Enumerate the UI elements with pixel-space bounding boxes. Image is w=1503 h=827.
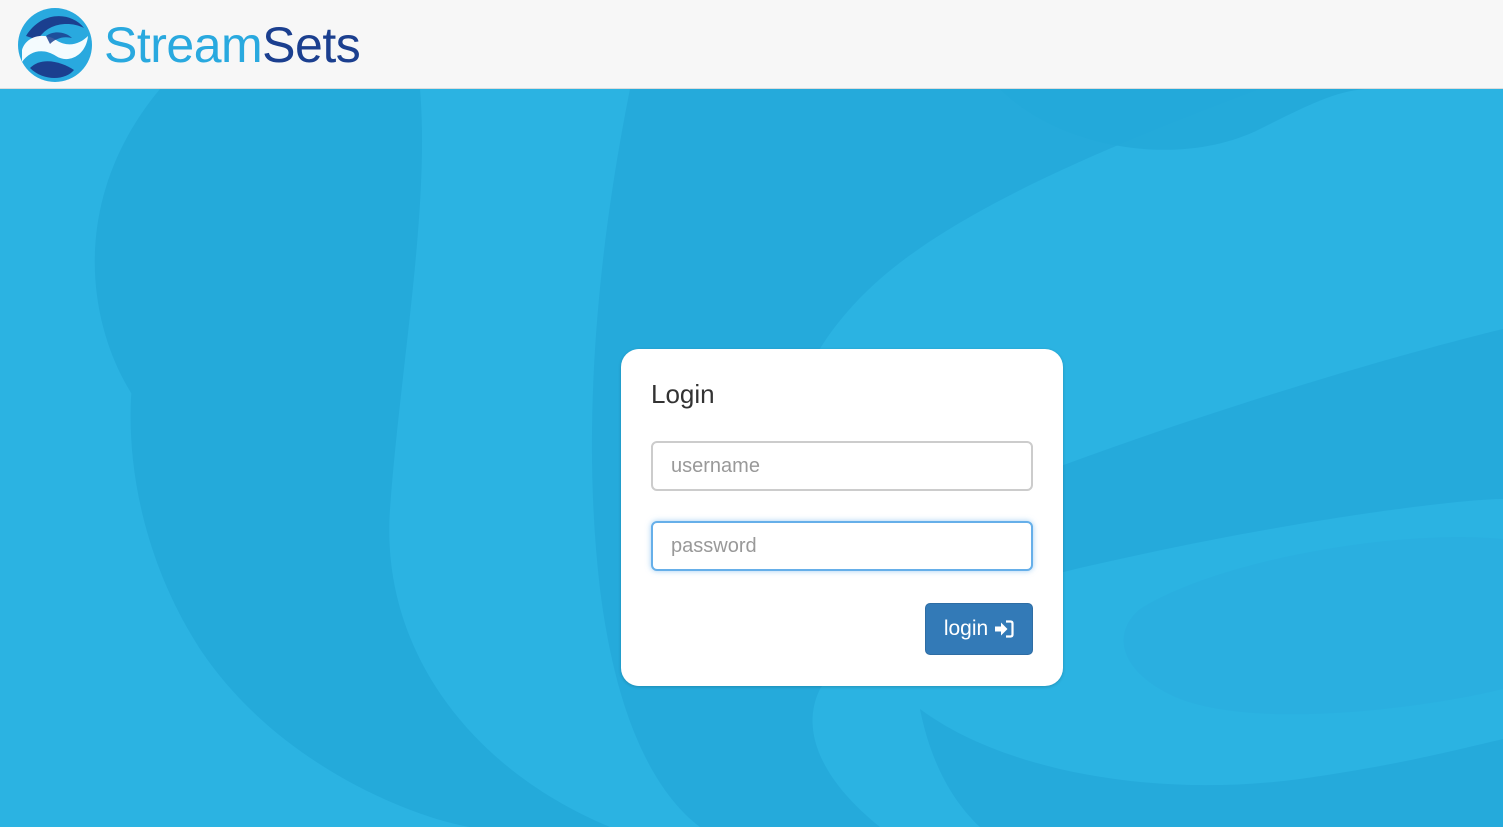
brand-name-part2: Sets: [262, 17, 361, 73]
login-panel: Login login: [621, 349, 1063, 686]
streamsets-logo-icon: [18, 8, 92, 82]
streamsets-logo[interactable]: StreamSets: [16, 6, 361, 84]
login-button[interactable]: login: [925, 603, 1033, 655]
brand-name: StreamSets: [104, 17, 361, 73]
top-header: StreamSets: [0, 0, 1503, 89]
sign-in-icon: [994, 620, 1014, 638]
login-button-label: login: [943, 617, 989, 640]
password-input[interactable]: [651, 521, 1033, 571]
username-input[interactable]: [651, 441, 1033, 491]
brand-name-part1: Stream: [104, 17, 263, 73]
login-title: Login: [651, 379, 715, 409]
